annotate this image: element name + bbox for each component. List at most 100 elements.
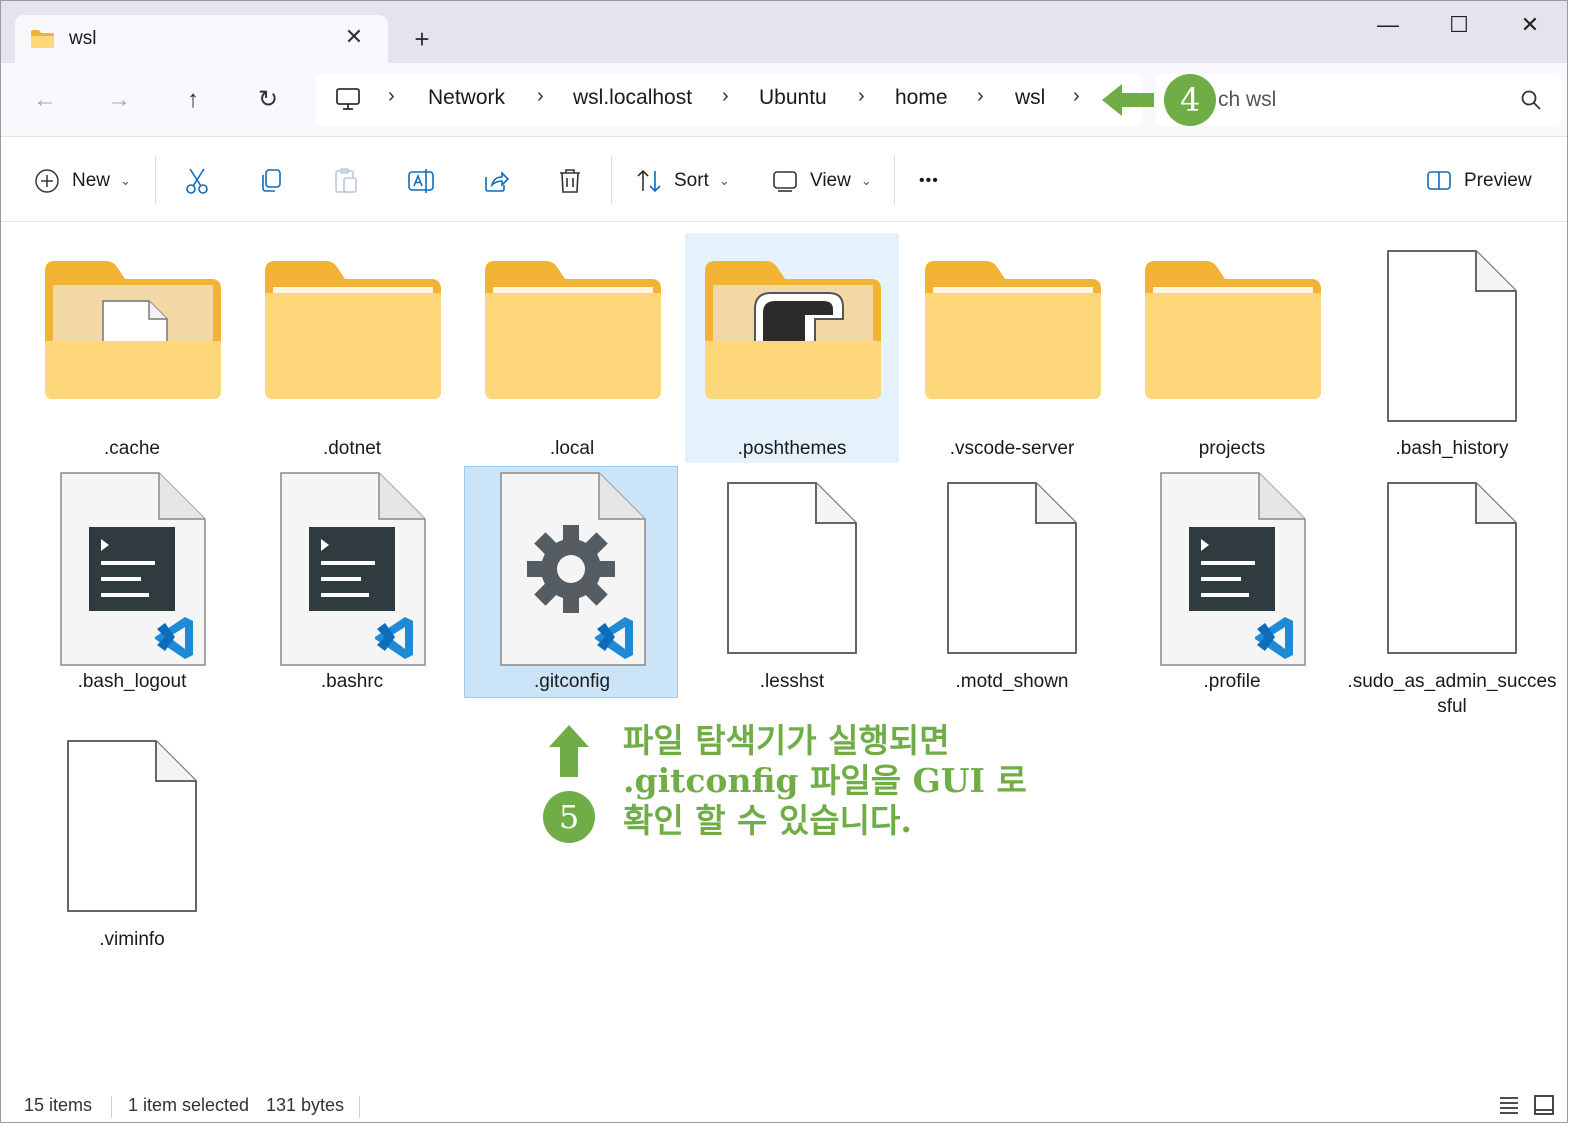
breadcrumb-network[interactable]: Network: [428, 86, 505, 110]
list-item[interactable]: projects: [1125, 233, 1339, 463]
new-button[interactable]: New ⌄: [34, 164, 131, 198]
file-name: .viminfo: [99, 929, 165, 950]
view-label: View: [810, 170, 851, 191]
file-name-continued: sful: [1437, 696, 1467, 717]
search-icon[interactable]: [1520, 89, 1542, 111]
vscode-text-file-icon: [1160, 472, 1306, 666]
share-icon: [485, 171, 510, 192]
view-button[interactable]: View ⌄: [772, 164, 872, 198]
command-bar: New ⌄ Sort ⌄ View ⌄ ••• Preview: [1, 138, 1567, 222]
file-name: .profile: [1203, 671, 1261, 692]
blank-file-icon: [67, 740, 197, 912]
sort-button[interactable]: Sort ⌄: [636, 164, 730, 198]
folder-icon: [265, 261, 441, 399]
preview-label: Preview: [1464, 170, 1532, 191]
annotation-arrow-left-icon: [1102, 84, 1154, 116]
list-item[interactable]: .vscode-server: [905, 233, 1119, 463]
status-bar: 15 items 1 item selected 131 bytes: [1, 1087, 1567, 1122]
blank-file-icon: [1387, 250, 1517, 422]
list-item[interactable]: .lesshst: [685, 467, 899, 697]
delete-button[interactable]: [557, 164, 583, 198]
file-grid: .cache .dotnet .local .poshthemes .vscod…: [1, 223, 1567, 1083]
list-item[interactable]: .viminfo: [25, 725, 239, 955]
trash-icon: [560, 169, 580, 193]
list-item[interactable]: .profile: [1125, 467, 1339, 697]
step-4-badge: 4: [1164, 74, 1216, 126]
divider: [111, 1096, 112, 1118]
new-label: New: [72, 170, 111, 191]
file-name: .dotnet: [322, 438, 382, 459]
close-window-button[interactable]: ✕: [1512, 7, 1548, 43]
blank-file-icon: [1387, 482, 1517, 654]
search-input[interactable]: ch wsl: [1156, 74, 1561, 126]
file-name: .lesshst: [759, 671, 825, 692]
divider: [611, 156, 612, 204]
file-name: .motd_shown: [955, 671, 1069, 692]
breadcrumb-home[interactable]: home: [895, 86, 948, 110]
divider: [359, 1096, 360, 1118]
chevron-right-icon[interactable]: ›: [722, 85, 729, 108]
rename-icon: [408, 169, 434, 193]
breadcrumb-wsl-localhost[interactable]: wsl.localhost: [573, 86, 692, 110]
list-item[interactable]: .sudo_as_admin_succes sful: [1345, 467, 1559, 717]
new-tab-button[interactable]: +: [407, 24, 437, 54]
up-button[interactable]: ↑: [176, 83, 210, 117]
title-bar: wsl ✕ + — ☐ ✕: [1, 1, 1567, 65]
annotation-line-3: 확인 할 수 있습니다.: [623, 801, 912, 840]
folder-icon: [925, 261, 1101, 399]
file-name: .vscode-server: [949, 438, 1075, 459]
copy-button[interactable]: [258, 164, 284, 198]
breadcrumb-wsl[interactable]: wsl: [1015, 86, 1045, 110]
list-item[interactable]: .bash_logout: [25, 467, 239, 697]
chevron-right-icon[interactable]: ›: [388, 85, 395, 108]
refresh-button[interactable]: ↻: [251, 83, 285, 117]
file-name: .bash_history: [1395, 438, 1509, 459]
list-item[interactable]: .motd_shown: [905, 467, 1119, 697]
file-name: .local: [549, 438, 595, 459]
clipboard-icon: [335, 168, 357, 193]
list-item[interactable]: .dotnet: [245, 233, 459, 463]
tiles-view-icon[interactable]: [1533, 1094, 1555, 1116]
list-item[interactable]: .bash_history: [1345, 233, 1559, 463]
more-options-button[interactable]: •••: [919, 164, 939, 198]
file-name: .bashrc: [320, 671, 384, 692]
scissors-icon: [186, 168, 208, 194]
chevron-down-icon: ⌄: [120, 173, 131, 188]
breadcrumb-ubuntu[interactable]: Ubuntu: [759, 86, 827, 110]
chevron-down-icon: ⌄: [718, 173, 730, 188]
chevron-right-icon[interactable]: ›: [1073, 85, 1080, 108]
details-view-icon[interactable]: [1498, 1094, 1520, 1116]
chevron-down-icon: ⌄: [860, 173, 872, 188]
share-button[interactable]: [482, 164, 510, 198]
divider: [155, 156, 156, 204]
sort-label: Sort: [674, 170, 709, 191]
back-button[interactable]: ←: [28, 83, 62, 117]
chevron-right-icon[interactable]: ›: [977, 85, 984, 108]
minimize-button[interactable]: —: [1370, 7, 1406, 43]
vscode-gear-file-icon: [500, 472, 646, 666]
annotation-line-1: 파일 탐색기가 실행되면: [623, 721, 950, 760]
folder-icon: [1145, 261, 1321, 399]
rename-button[interactable]: [407, 164, 435, 198]
list-item-hover[interactable]: .poshthemes: [685, 233, 899, 463]
list-item[interactable]: .cache: [25, 233, 239, 463]
computer-icon[interactable]: [335, 87, 361, 111]
list-item[interactable]: .local: [465, 233, 679, 463]
tab-wsl[interactable]: wsl ✕: [15, 15, 388, 65]
folder-with-terminal-icon: [705, 261, 881, 399]
chevron-right-icon[interactable]: ›: [537, 85, 544, 108]
cut-button[interactable]: [184, 164, 210, 198]
paste-button[interactable]: [333, 164, 359, 198]
blank-file-icon: [727, 482, 857, 654]
preview-button[interactable]: Preview: [1426, 164, 1532, 198]
plus-circle-icon: [35, 169, 59, 193]
maximize-button[interactable]: ☐: [1441, 7, 1477, 43]
file-explorer-window: wsl ✕ + — ☐ ✕ ← → ↑ ↻ › Network › wsl.lo…: [0, 0, 1568, 1123]
folder-with-file-icon: [45, 261, 221, 399]
chevron-right-icon[interactable]: ›: [858, 85, 865, 108]
breadcrumb[interactable]: › Network › wsl.localhost › Ubuntu › hom…: [316, 74, 1142, 126]
close-tab-icon[interactable]: ✕: [341, 24, 367, 50]
list-item[interactable]: .bashrc: [245, 467, 459, 697]
forward-button[interactable]: →: [102, 83, 136, 117]
list-item-selected[interactable]: .gitconfig: [464, 466, 678, 698]
